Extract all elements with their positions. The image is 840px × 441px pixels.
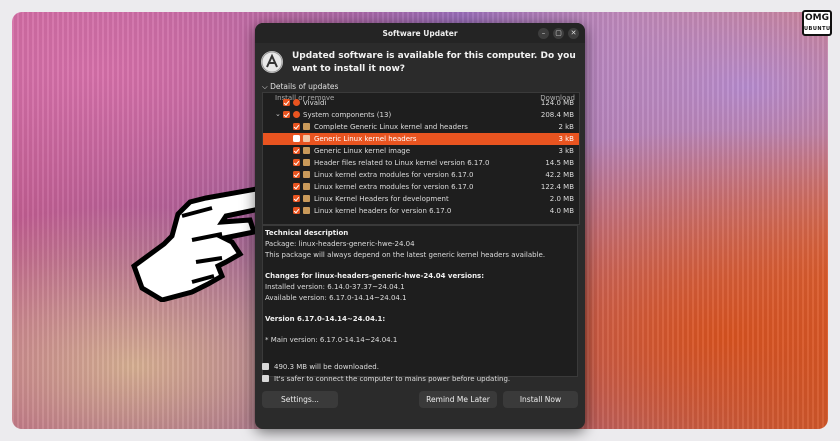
ubuntu-icon (293, 111, 300, 118)
changes-heading: Changes for linux-headers-generic-hwe-24… (265, 272, 485, 280)
list-item[interactable]: Linux kernel extra modules for version 6… (263, 181, 579, 193)
remind-me-later-button[interactable]: Remind Me Later (419, 391, 497, 408)
main-version: * Main version: 6.17.0-14.14~24.04.1 (265, 336, 398, 344)
settings-button[interactable]: Settings... (262, 391, 338, 408)
software-updater-icon (261, 51, 283, 73)
logo-line-1: OMG (805, 13, 829, 23)
pointing-hand-cursor-icon (131, 185, 274, 302)
package-icon (303, 159, 310, 166)
available-version: Available version: 6.17.0-14.14~24.04.1 (265, 294, 407, 302)
package-icon (303, 195, 310, 202)
package-name: Generic Linux kernel image (314, 147, 411, 155)
package-icon (303, 171, 310, 178)
download-info: 490.3 MB will be downloaded. It's safer … (262, 361, 510, 385)
checkbox[interactable] (293, 123, 300, 130)
package-size: 208.4 MB (540, 111, 574, 119)
power-icon (262, 375, 269, 382)
list-item[interactable]: Complete Generic Linux kernel and header… (263, 121, 579, 133)
package-size: 3 kB (558, 147, 574, 155)
technical-description-panel[interactable]: Technical description Package: linux-hea… (262, 225, 578, 377)
details-label: Details of updates (270, 82, 339, 91)
package-size: 122.4 MB (540, 183, 574, 191)
package-size: 42.2 MB (545, 171, 574, 179)
download-size-text: 490.3 MB will be downloaded. (274, 363, 379, 371)
checkbox[interactable] (283, 99, 290, 106)
package-icon (303, 183, 310, 190)
package-size: 4.0 MB (549, 207, 574, 215)
package-icon (303, 207, 310, 214)
package-name: Complete Generic Linux kernel and header… (314, 123, 468, 131)
package-name: Vivaldi (303, 99, 327, 107)
maximize-button[interactable]: ▢ (553, 28, 564, 39)
chevron-down-icon: ⌵ (262, 82, 268, 91)
package-icon (303, 147, 310, 154)
close-button[interactable]: ✕ (568, 28, 579, 39)
list-item[interactable]: Linux kernel extra modules for version 6… (263, 169, 579, 181)
list-item[interactable]: Header files related to Linux kernel ver… (263, 157, 579, 169)
package-size: 3 kB (558, 135, 574, 143)
checkbox[interactable] (293, 147, 300, 154)
package-line: Package: linux-headers-generic-hwe-24.04 (265, 240, 415, 248)
package-size: 14.5 MB (545, 159, 574, 167)
updates-list[interactable]: Install or remove Download Vivaldi 124.0… (262, 92, 580, 225)
window-titlebar[interactable]: Software Updater – ▢ ✕ (255, 23, 585, 43)
package-summary: This package will always depend on the l… (265, 251, 546, 259)
list-item[interactable]: Generic Linux kernel image 3 kB (263, 145, 579, 157)
omg-ubuntu-logo: OMG UBUNTU (802, 10, 832, 36)
checkbox[interactable] (293, 183, 300, 190)
updater-header: Updated software is available for this c… (261, 50, 579, 76)
package-name: Linux Kernel Headers for development (314, 195, 449, 203)
package-size: 124.0 MB (540, 99, 574, 107)
package-name: System components (13) (303, 111, 392, 119)
details-expander[interactable]: ⌵ Details of updates (262, 82, 338, 92)
install-now-button[interactable]: Install Now (503, 391, 578, 408)
package-name: Generic Linux kernel headers (314, 135, 417, 143)
update-available-message: Updated software is available for this c… (292, 51, 576, 74)
package-name: Linux kernel extra modules for version 6… (314, 183, 474, 191)
version-heading: Version 6.17.0-14.14~24.04.1: (265, 315, 386, 323)
package-icon (303, 135, 310, 142)
description-heading: Technical description (265, 229, 349, 237)
power-note-text: It's safer to connect the computer to ma… (274, 375, 511, 383)
package-size: 2.0 MB (549, 195, 574, 203)
checkbox[interactable] (293, 195, 300, 202)
checkbox[interactable] (283, 111, 290, 118)
app-icon (293, 99, 300, 106)
checkbox[interactable] (293, 159, 300, 166)
list-item-selected[interactable]: Generic Linux kernel headers 3 kB (263, 133, 579, 145)
checkbox[interactable] (293, 207, 300, 214)
package-icon (303, 123, 310, 130)
package-name: Linux kernel extra modules for version 6… (314, 171, 474, 179)
list-item-vivaldi[interactable]: Vivaldi 124.0 MB (263, 97, 579, 109)
minimize-button[interactable]: – (538, 28, 549, 39)
list-item[interactable]: Linux Kernel Headers for development 2.0… (263, 193, 579, 205)
checkbox[interactable] (293, 135, 300, 142)
download-icon (262, 363, 269, 370)
list-item-system-components[interactable]: ⌄ System components (13) 208.4 MB (263, 109, 579, 121)
package-name: Header files related to Linux kernel ver… (314, 159, 490, 167)
package-name: Linux kernel headers for version 6.17.0 (314, 207, 452, 215)
software-updater-window: Software Updater – ▢ ✕ Updated software … (255, 23, 585, 429)
installed-version: Installed version: 6.14.0-37.37~24.04.1 (265, 283, 405, 291)
checkbox[interactable] (293, 171, 300, 178)
logo-line-2: UBUNTU (804, 26, 831, 32)
window-title: Software Updater (382, 29, 458, 38)
package-size: 2 kB (558, 123, 574, 131)
list-item[interactable]: Linux kernel headers for version 6.17.0 … (263, 205, 579, 217)
chevron-down-icon[interactable]: ⌄ (275, 110, 281, 118)
